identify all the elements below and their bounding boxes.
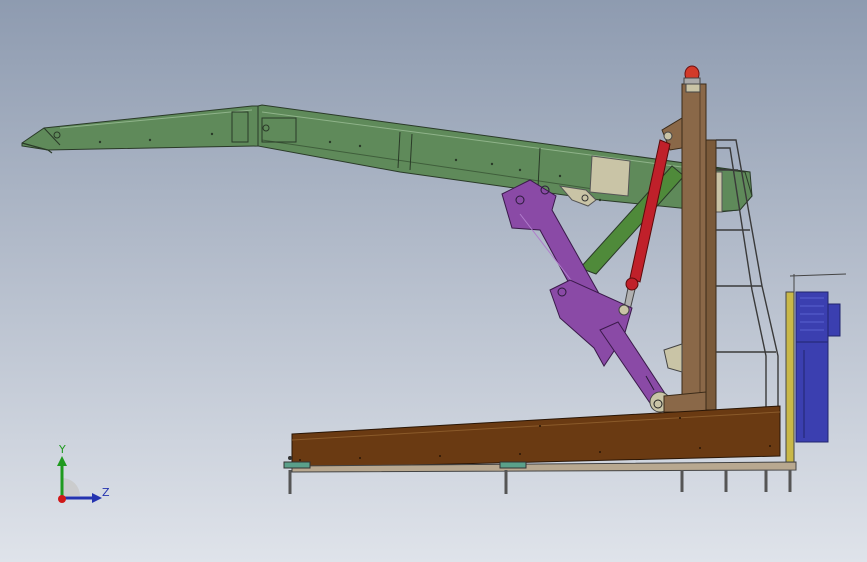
column-cap-plate: [685, 83, 701, 93]
y-axis-label: Y: [59, 443, 66, 456]
cylinder-collar: [625, 277, 639, 291]
motor-body[interactable]: [795, 291, 829, 343]
foot-marker: [288, 456, 292, 460]
column-foot: [663, 391, 707, 413]
arm-cylinder-pin: [618, 304, 630, 316]
viewport-background: [0, 0, 867, 562]
beacon-base: [683, 77, 701, 85]
cylinder-top-pin: [663, 131, 673, 141]
gearbox-body: [795, 341, 829, 443]
motor-support-post: [785, 291, 795, 463]
foot-pad-left: [283, 461, 311, 469]
assembly-drawing[interactable]: [0, 0, 867, 562]
column-rib: [705, 139, 717, 411]
z-axis-label: Z: [102, 486, 110, 499]
motor-fan-cover: [827, 303, 841, 337]
cad-viewport[interactable]: Y Z: [0, 0, 867, 562]
column-post[interactable]: [681, 83, 707, 413]
boom-cover-plate: [589, 155, 631, 197]
triad-origin: [58, 495, 66, 503]
foot-pad-mid: [499, 461, 527, 469]
